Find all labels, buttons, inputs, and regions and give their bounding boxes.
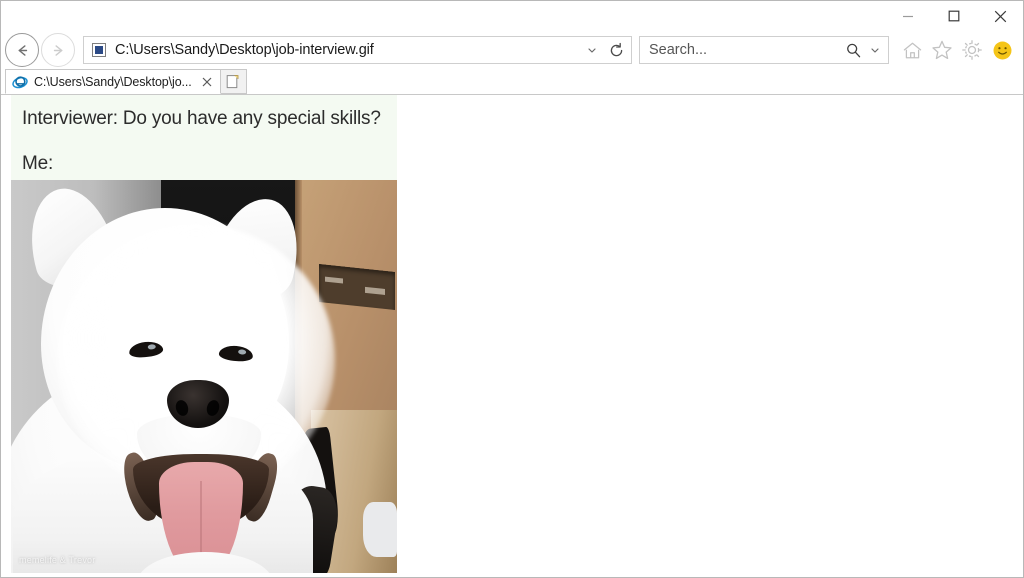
internet-explorer-icon [12, 74, 28, 90]
home-icon[interactable] [897, 35, 927, 65]
page-content: Interviewer: Do you have any special ski… [1, 95, 1023, 577]
search-bar[interactable]: Search... [639, 36, 889, 64]
photo-cardboard-slot [319, 264, 395, 310]
address-url-text: C:\Users\Sandy\Desktop\job-interview.gif [115, 42, 374, 58]
dog-nostril-right [204, 398, 222, 418]
meme-image[interactable]: Interviewer: Do you have any special ski… [11, 95, 397, 573]
address-dropdown-icon[interactable] [581, 45, 603, 55]
toolbar-icons [897, 35, 1017, 65]
minimize-button[interactable] [885, 1, 931, 31]
tab-strip: C:\Users\Sandy\Desktop\jo... [1, 69, 1023, 95]
gear-icon[interactable] [957, 35, 987, 65]
close-tab-icon[interactable] [198, 73, 216, 91]
tab-job-interview[interactable]: C:\Users\Sandy\Desktop\jo... [5, 69, 221, 94]
search-icon[interactable] [840, 42, 866, 59]
page-icon [91, 42, 107, 58]
close-window-button[interactable] [977, 1, 1023, 31]
navigation-bar: C:\Users\Sandy\Desktop\job-interview.gif… [1, 31, 1023, 69]
meme-text-line-1: Interviewer: Do you have any special ski… [22, 108, 381, 129]
search-dropdown-icon[interactable] [866, 45, 884, 55]
refresh-icon[interactable] [603, 42, 629, 59]
address-bar[interactable]: C:\Users\Sandy\Desktop\job-interview.gif [83, 36, 632, 64]
dog-head [41, 208, 335, 573]
favorites-star-icon[interactable] [927, 35, 957, 65]
maximize-button[interactable] [931, 1, 977, 31]
dog-nostril-left [173, 398, 191, 418]
tab-title: C:\Users\Sandy\Desktop\jo... [34, 74, 192, 89]
meme-text-line-2: Me: [22, 153, 54, 174]
photo-light-shape [363, 502, 397, 557]
back-button[interactable] [5, 33, 39, 67]
new-tab-button[interactable] [220, 69, 247, 94]
dog-photo: memelife & Trevor [11, 180, 397, 573]
title-bar [1, 1, 1023, 31]
forward-button[interactable] [41, 33, 75, 67]
smiley-feedback-icon[interactable] [987, 35, 1017, 65]
search-input[interactable]: Search... [640, 42, 840, 58]
browser-window: C:\Users\Sandy\Desktop\job-interview.gif… [0, 0, 1024, 578]
